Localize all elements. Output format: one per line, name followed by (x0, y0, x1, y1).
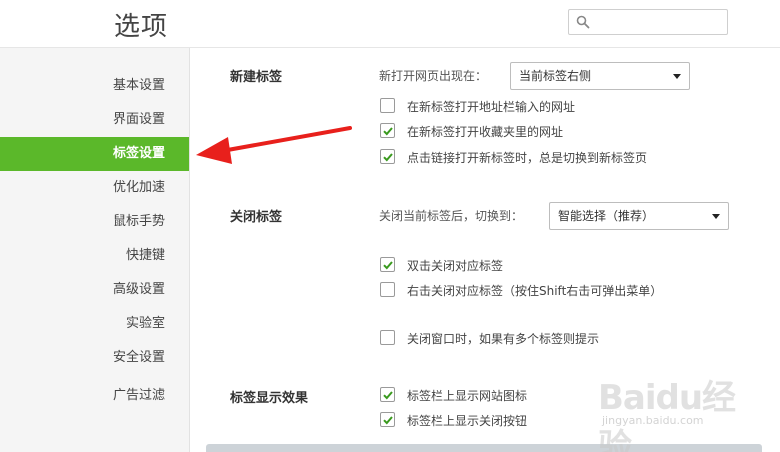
checkbox-checked[interactable] (380, 412, 395, 427)
sidebar-item-security[interactable]: 安全设置 (0, 341, 189, 375)
sidebar-item-label: 安全设置 (112, 350, 165, 365)
sidebar-item-label: 标签设置 (112, 146, 165, 161)
sidebar-item-label: 界面设置 (112, 112, 165, 127)
checkbox-label: 在新标签打开地址栏输入的网址 (407, 100, 576, 114)
sidebar: 基本设置 界面设置 标签设置 优化加速 鼠标手势 快捷键 高级设置 实验室 安全… (0, 48, 190, 452)
sidebar-item-label: 实验室 (125, 316, 165, 331)
search-box[interactable] (568, 9, 728, 35)
checkbox-unchecked[interactable] (380, 98, 395, 113)
switch-after-close-select[interactable]: 智能选择（推荐） (549, 202, 729, 230)
baidu-watermark: Baidu经验 jingyan.baidu.com (598, 368, 768, 452)
switch-after-close-label: 关闭当前标签后，切换到： (379, 209, 524, 223)
checkbox-unchecked[interactable] (380, 282, 395, 297)
section-title-new-tab: 新建标签 (230, 70, 283, 85)
search-icon (576, 15, 590, 29)
sidebar-item-label: 基本设置 (112, 78, 165, 93)
section-title-close-tab: 关闭标签 (230, 210, 283, 225)
watermark-subtext: jingyan.baidu.com (602, 414, 704, 427)
checkbox-checked[interactable] (380, 123, 395, 138)
checkbox-label: 右击关闭对应标签（按住Shift右击可弹出菜单） (407, 284, 663, 298)
checkbox-label: 点击链接打开新标签时，总是切换到新标签页 (407, 151, 648, 165)
sidebar-item-mouse-gestures[interactable]: 鼠标手势 (0, 205, 189, 239)
sidebar-item-label: 广告过滤 (112, 388, 165, 403)
checkbox-label: 双击关闭对应标签 (407, 259, 504, 273)
checkbox-checked[interactable] (380, 149, 395, 164)
sidebar-item-basic[interactable]: 基本设置 (0, 69, 189, 103)
watermark-text: Baidu经验 (598, 378, 736, 452)
page-title: 选项 (114, 12, 169, 42)
checkbox-label: 标签栏上显示网站图标 (407, 389, 528, 403)
chevron-down-icon (712, 214, 720, 219)
sidebar-item-label: 高级设置 (112, 282, 165, 297)
sidebar-item-interface[interactable]: 界面设置 (0, 103, 189, 137)
checkbox-label: 标签栏上显示关闭按钮 (407, 414, 528, 428)
sidebar-item-adblock[interactable]: 广告过滤 (0, 379, 189, 413)
open-position-label: 新打开网页出现在： (379, 69, 488, 83)
checkbox-label: 在新标签打开收藏夹里的网址 (407, 125, 564, 139)
checkbox-unchecked[interactable] (380, 330, 395, 345)
annotation-arrow-icon (196, 126, 352, 164)
check-icon (383, 416, 393, 425)
check-icon (383, 261, 393, 270)
checkbox-checked[interactable] (380, 387, 395, 402)
search-input[interactable] (593, 12, 723, 32)
switch-after-close-value: 智能选择（推荐） (558, 209, 655, 223)
header-bar: 选项 (0, 0, 780, 48)
sidebar-item-lab[interactable]: 实验室 (0, 307, 189, 341)
check-icon (383, 127, 393, 136)
open-position-select[interactable]: 当前标签右侧 (510, 62, 690, 90)
open-position-value: 当前标签右侧 (519, 69, 592, 83)
section-title-tab-display: 标签显示效果 (230, 391, 309, 406)
sidebar-item-label: 快捷键 (125, 248, 165, 263)
chevron-down-icon (673, 74, 681, 79)
check-icon (383, 391, 393, 400)
check-icon (383, 153, 393, 162)
sidebar-item-advanced[interactable]: 高级设置 (0, 273, 189, 307)
sidebar-item-tabs[interactable]: 标签设置 (0, 137, 189, 171)
sidebar-item-shortcuts[interactable]: 快捷键 (0, 239, 189, 273)
sidebar-item-optimize[interactable]: 优化加速 (0, 171, 189, 205)
sidebar-item-label: 鼠标手势 (112, 214, 165, 229)
checkbox-label: 关闭窗口时，如果有多个标签则提示 (407, 332, 600, 346)
checkbox-checked[interactable] (380, 257, 395, 272)
sidebar-item-label: 优化加速 (112, 180, 165, 195)
